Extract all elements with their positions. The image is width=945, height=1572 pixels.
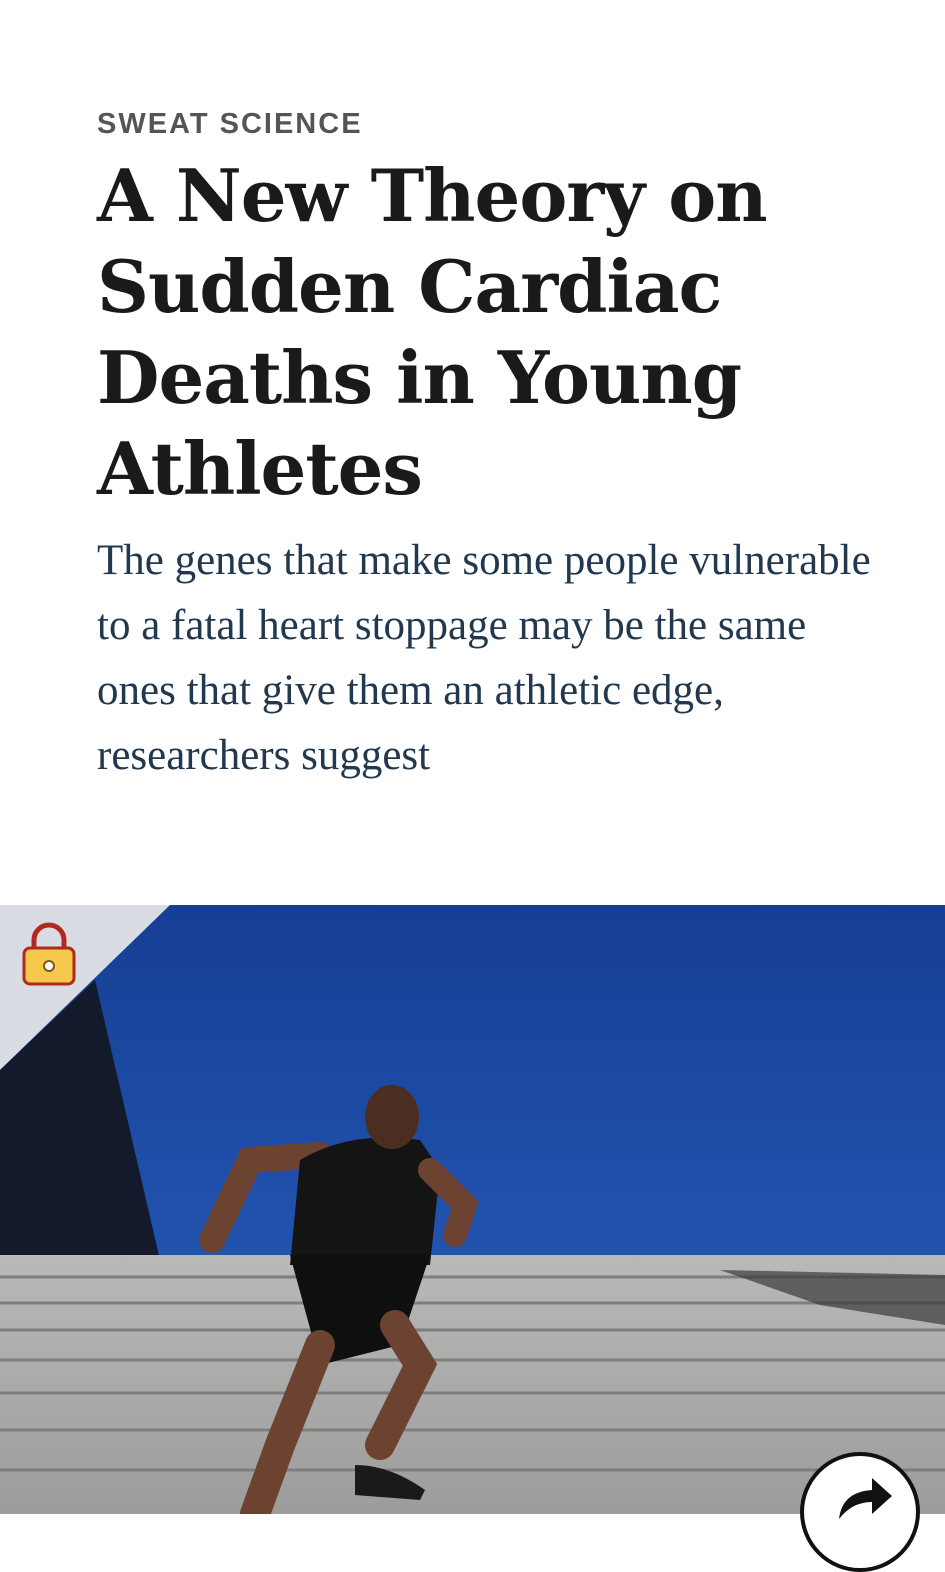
section-kicker[interactable]: SWEAT SCIENCE <box>97 100 897 148</box>
article-header: SWEAT SCIENCE A New Theory on Sudden Car… <box>97 100 897 788</box>
hero-image[interactable] <box>0 905 945 1514</box>
share-arrow-icon <box>839 1478 892 1519</box>
article-headline: A New Theory on Sudden Cardiac Deaths in… <box>97 153 768 511</box>
article-dek: The genes that make some people vulnerab… <box>97 537 871 779</box>
lock-icon <box>20 920 78 988</box>
share-button[interactable] <box>800 1452 920 1572</box>
hero-photo-illustration <box>0 905 945 1514</box>
